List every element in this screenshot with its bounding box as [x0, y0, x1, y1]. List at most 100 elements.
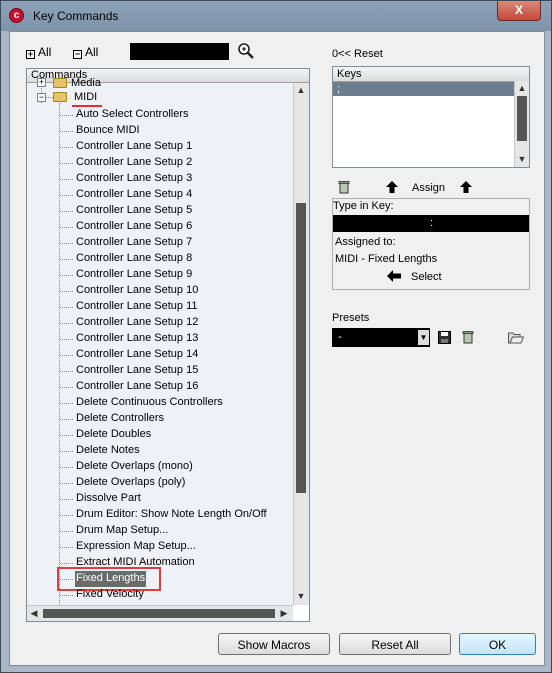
keys-header: Keys — [333, 67, 529, 82]
presets-label: Presets — [332, 312, 370, 324]
tree-item[interactable]: Controller Lane Setup 10 — [75, 283, 199, 299]
tree-item[interactable]: Delete Controllers — [75, 411, 165, 427]
tree-item[interactable]: Controller Lane Setup 9 — [75, 267, 193, 283]
chevron-down-icon[interactable]: ▼ — [418, 330, 429, 345]
save-disk-icon[interactable] — [438, 331, 451, 344]
tree-item[interactable]: Delete Continuous Controllers — [75, 395, 224, 411]
tree-item[interactable]: Controller Lane Setup 11 — [75, 299, 199, 315]
collapse-all-button[interactable]: − All — [73, 45, 98, 59]
tree-item[interactable]: Controller Lane Setup 14 — [75, 347, 199, 363]
tree-guide — [60, 563, 73, 564]
tree-item[interactable]: Fixed Velocity — [75, 587, 145, 603]
title-bar[interactable]: c Key Commands X — [1, 1, 551, 31]
tree-item[interactable]: Expression Map Setup... — [75, 539, 197, 555]
dialog-body: + All − All Commands + Media − MIDI Auto… — [9, 31, 545, 666]
assign-label[interactable]: Assign — [412, 182, 445, 194]
scroll-thumb[interactable] — [296, 203, 306, 493]
tree-item[interactable]: Controller Lane Setup 15 — [75, 363, 199, 379]
search-input[interactable] — [130, 43, 229, 60]
tree-guide — [60, 131, 73, 132]
show-macros-button[interactable]: Show Macros — [218, 633, 330, 655]
tree-item[interactable]: Controller Lane Setup 8 — [75, 251, 193, 267]
presets-select[interactable]: - ▼ — [332, 328, 430, 347]
scroll-up-icon[interactable]: ▲ — [294, 83, 308, 97]
tree-item[interactable]: Controller Lane Setup 2 — [75, 155, 193, 171]
tree-guide — [60, 547, 73, 548]
keys-scroll-thumb[interactable] — [517, 96, 527, 141]
commands-tree[interactable]: + Media − MIDI Auto Select Controllers Bo… — [27, 77, 293, 613]
tree-guide — [60, 195, 73, 196]
tree-guide — [60, 291, 73, 292]
trash-icon[interactable] — [462, 330, 474, 344]
tree-item[interactable]: Controller Lane Setup 16 — [75, 379, 199, 395]
tree-item[interactable]: Controller Lane Setup 13 — [75, 331, 199, 347]
presets-row: - ▼ — [332, 328, 530, 348]
tree-item[interactable]: Drum Editor: Show Note Length On/Off — [75, 507, 268, 523]
tree-item[interactable]: Delete Doubles — [75, 427, 152, 443]
tree-guide — [60, 147, 73, 148]
type-in-key-field[interactable]: : — [333, 215, 529, 232]
presets-selected-value: - — [338, 331, 342, 343]
tree-item[interactable]: Bounce MIDI — [75, 123, 141, 139]
tree-item[interactable]: Dissolve Part — [75, 491, 142, 507]
collapse-midi-icon[interactable]: − — [37, 93, 46, 102]
arrow-up-icon[interactable] — [386, 181, 398, 193]
tree-folder-media[interactable]: Media — [71, 77, 101, 89]
horizontal-scrollbar[interactable]: ◀ ▶ — [27, 605, 293, 621]
keys-list[interactable]: Keys ; ▲ ▼ — [332, 66, 530, 168]
tree-item[interactable]: Controller Lane Setup 7 — [75, 235, 193, 251]
type-in-key-label: Type in Key: — [333, 200, 394, 212]
expand-all-button[interactable]: + All — [26, 45, 51, 59]
tree-item-selected[interactable]: Fixed Lengths — [75, 571, 147, 587]
tree-item[interactable]: Controller Lane Setup 4 — [75, 187, 193, 203]
tree-guide — [60, 115, 73, 116]
tree-item[interactable]: Delete Notes — [75, 443, 141, 459]
tree-item[interactable]: Controller Lane Setup 1 — [75, 139, 193, 155]
tree-folder-midi[interactable]: MIDI — [74, 91, 97, 103]
tree-guide — [60, 211, 73, 212]
tree-item[interactable]: Controller Lane Setup 3 — [75, 171, 193, 187]
tree-item[interactable]: Drum Map Setup... — [75, 523, 169, 539]
tree-guide — [60, 435, 73, 436]
tree-item[interactable]: Auto Select Controllers — [75, 107, 190, 123]
arrow-left-icon[interactable] — [387, 270, 401, 282]
close-button[interactable]: X — [497, 1, 541, 21]
select-label[interactable]: Select — [411, 271, 442, 283]
tree-guide — [60, 179, 73, 180]
keys-row[interactable]: ; — [333, 82, 515, 96]
window-title: Key Commands — [33, 9, 119, 23]
expand-all-label: All — [38, 45, 52, 59]
folder-icon — [53, 92, 67, 102]
keys-scrollbar[interactable]: ▲ ▼ — [514, 81, 529, 167]
key-commands-window: c Key Commands X + All − All Commands + Me… — [0, 0, 552, 673]
scroll-up-icon[interactable]: ▲ — [515, 81, 529, 95]
scroll-left-icon[interactable]: ◀ — [27, 606, 41, 620]
tree-item[interactable]: Controller Lane Setup 12 — [75, 315, 199, 331]
collapse-all-label: All — [85, 45, 99, 59]
ok-button[interactable]: OK — [459, 633, 536, 655]
search-magnifier-icon[interactable] — [237, 42, 255, 60]
tree-guide — [60, 371, 73, 372]
tree-guide — [60, 243, 73, 244]
scroll-down-icon[interactable]: ▼ — [294, 589, 308, 603]
reset-all-button[interactable]: Reset All — [339, 633, 451, 655]
tree-guide — [60, 403, 73, 404]
tree-item[interactable]: Delete Overlaps (mono) — [75, 459, 194, 475]
tree-guide — [60, 387, 73, 388]
tree-guide — [46, 97, 53, 98]
trash-icon[interactable] — [338, 180, 350, 194]
tree-guide — [60, 499, 73, 500]
tree-item[interactable]: Controller Lane Setup 5 — [75, 203, 193, 219]
tree-item[interactable]: Controller Lane Setup 6 — [75, 219, 193, 235]
tree-guide — [60, 227, 73, 228]
expand-media-icon[interactable]: + — [37, 78, 46, 87]
vertical-scrollbar[interactable]: ▲ ▼ — [293, 83, 309, 605]
reset-button[interactable]: 0<< Reset — [332, 48, 383, 60]
hscroll-thumb[interactable] — [43, 609, 275, 618]
arrow-up-icon[interactable] — [460, 181, 472, 193]
folder-open-icon[interactable] — [508, 331, 524, 344]
scroll-right-icon[interactable]: ▶ — [277, 606, 291, 620]
commands-panel: Commands + Media − MIDI Auto Select Cont… — [26, 68, 310, 622]
scroll-down-icon[interactable]: ▼ — [515, 152, 529, 166]
tree-item[interactable]: Delete Overlaps (poly) — [75, 475, 186, 491]
